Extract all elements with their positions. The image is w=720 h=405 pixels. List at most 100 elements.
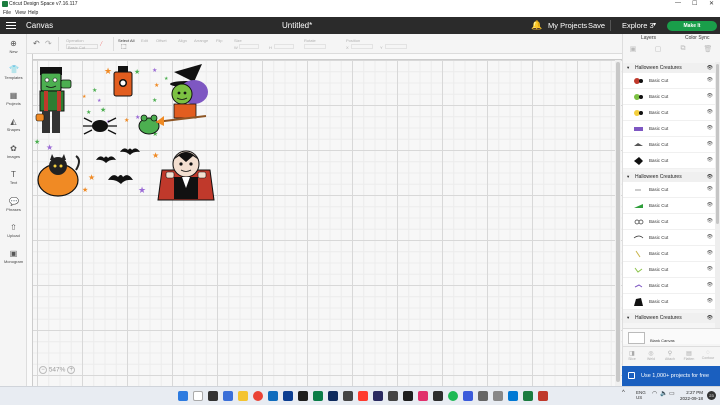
sidebar-item-upload[interactable]: ⇧ Upload: [0, 223, 27, 238]
app-icon[interactable]: [388, 391, 398, 401]
redo-icon[interactable]: ↷: [45, 39, 52, 48]
eye-icon[interactable]: 👁: [707, 77, 713, 83]
notification-bell-icon[interactable]: 🔔: [531, 20, 542, 31]
chevron-down-icon[interactable]: ▾: [627, 315, 629, 321]
pen-icon[interactable]: ╱: [100, 41, 102, 46]
photoshop-icon[interactable]: [283, 391, 293, 401]
layer-row[interactable]: Basic Cut 👁: [623, 230, 715, 246]
contour-button[interactable]: ◌ Contour: [700, 350, 716, 360]
eye-icon[interactable]: 👁: [707, 266, 713, 272]
app-icon[interactable]: [508, 391, 518, 401]
app-icon[interactable]: [538, 391, 548, 401]
height-input[interactable]: [274, 44, 294, 49]
eye-icon[interactable]: 👁: [707, 202, 713, 208]
tab-color-sync[interactable]: Color Sync: [685, 35, 709, 41]
flatten-button[interactable]: ▤ Flatten: [681, 350, 697, 361]
sidebar-item-images[interactable]: ✿ Images: [0, 144, 27, 159]
eye-icon[interactable]: 👁: [707, 298, 713, 304]
eye-icon[interactable]: 👁: [707, 157, 713, 163]
windows-start-icon[interactable]: [178, 391, 188, 401]
tab-layers[interactable]: Layers: [641, 35, 656, 41]
layer-group[interactable]: ▾ Halloween Creatures 👁: [623, 172, 715, 182]
attach-button[interactable]: ⚲ Attach: [662, 350, 678, 361]
layer-group[interactable]: ▾ Halloween Creatures 👁: [623, 63, 715, 73]
edit-button[interactable]: Edit: [141, 38, 148, 43]
ungroup-icon[interactable]: ▢: [653, 45, 663, 55]
layer-row[interactable]: Basic Cut 👁: [623, 137, 715, 153]
eye-icon[interactable]: 👁: [707, 93, 713, 99]
layer-row[interactable]: Basic Cut 👁: [623, 214, 715, 230]
make-it-button[interactable]: Make It: [667, 21, 717, 31]
app-icon[interactable]: [373, 391, 383, 401]
eye-icon[interactable]: 👁: [707, 282, 713, 288]
menu-view[interactable]: View: [15, 10, 26, 16]
sidebar-item-new[interactable]: ⊕ New: [0, 39, 27, 54]
layer-row[interactable]: Basic Cut 👁: [623, 121, 715, 137]
sidebar-item-monogram[interactable]: ▣ Monogram: [0, 249, 27, 264]
eye-icon[interactable]: 👁: [707, 174, 713, 180]
canvas-scrollbar[interactable]: [615, 60, 621, 386]
tray-chevron-icon[interactable]: ^: [622, 390, 625, 396]
eye-icon[interactable]: 👁: [707, 141, 713, 147]
eye-icon[interactable]: 👁: [707, 315, 713, 321]
widgets-icon[interactable]: [223, 391, 233, 401]
app-icon[interactable]: [403, 391, 413, 401]
width-input[interactable]: [239, 44, 259, 49]
app-icon[interactable]: [463, 391, 473, 401]
canvas-color-swatch[interactable]: [628, 332, 645, 344]
language-indicator[interactable]: ENG US: [636, 390, 646, 400]
rotate-input[interactable]: [304, 44, 326, 49]
excel-icon[interactable]: [313, 391, 323, 401]
machine-select[interactable]: Explore 3: [622, 21, 654, 30]
hamburger-menu-icon[interactable]: [6, 22, 16, 29]
layer-row[interactable]: Basic Cut 👁: [623, 278, 715, 294]
app-icon[interactable]: [418, 391, 428, 401]
volume-icon[interactable]: 🔈: [660, 390, 667, 397]
arrange-button[interactable]: Arrange: [194, 38, 208, 43]
wifi-icon[interactable]: ◠: [652, 390, 657, 397]
app-icon[interactable]: [343, 391, 353, 401]
spotify-icon[interactable]: [448, 391, 458, 401]
sidebar-item-phrases[interactable]: 💬 Phrases: [0, 197, 27, 212]
chrome-icon[interactable]: [253, 391, 263, 401]
eye-icon[interactable]: 👁: [707, 218, 713, 224]
app-icon[interactable]: [298, 391, 308, 401]
minimize-button[interactable]: —: [675, 0, 681, 6]
file-explorer-icon[interactable]: [238, 391, 248, 401]
weld-button[interactable]: ◎ Weld: [643, 350, 659, 361]
eye-icon[interactable]: 👁: [707, 125, 713, 131]
layer-row[interactable]: Basic Cut 👁: [623, 198, 715, 214]
layer-row[interactable]: Basic Cut 👁: [623, 89, 715, 105]
layer-row[interactable]: Basic Cut 👁: [623, 294, 715, 310]
task-view-icon[interactable]: [208, 391, 218, 401]
my-projects-link[interactable]: My Projects: [548, 21, 587, 30]
layer-row[interactable]: Basic Cut 👁: [623, 73, 715, 89]
app-icon[interactable]: [493, 391, 503, 401]
maximize-button[interactable]: ☐: [692, 0, 697, 7]
delete-icon[interactable]: 🗑: [703, 45, 713, 55]
app-icon[interactable]: [433, 391, 443, 401]
sidebar-item-text[interactable]: T Text: [0, 170, 27, 185]
zoom-in-button[interactable]: +: [67, 366, 76, 374]
sidebar-item-projects[interactable]: ▦ Projects: [0, 91, 27, 106]
menu-file[interactable]: File: [3, 10, 11, 16]
eye-icon[interactable]: 👁: [707, 109, 713, 115]
eye-icon[interactable]: 👁: [707, 186, 713, 192]
layer-row[interactable]: Basic Cut 👁: [623, 262, 715, 278]
x-input[interactable]: [351, 44, 373, 49]
eye-icon[interactable]: 👁: [707, 234, 713, 240]
acrobat-icon[interactable]: [358, 391, 368, 401]
save-button[interactable]: Save: [588, 21, 605, 30]
sidebar-item-shapes[interactable]: ◭ Shapes: [0, 117, 27, 132]
eye-icon[interactable]: 👁: [707, 250, 713, 256]
lightroom-icon[interactable]: [328, 391, 338, 401]
promo-banner[interactable]: Use 1,000+ projects for free: [622, 366, 720, 386]
undo-icon[interactable]: ↶: [33, 39, 40, 48]
sidebar-item-templates[interactable]: 👕 Templates: [0, 65, 27, 80]
flip-button[interactable]: Flip: [216, 38, 222, 43]
layer-group[interactable]: ▾ Halloween Creatures 👁: [623, 313, 715, 323]
layers-scrollbar[interactable]: [715, 62, 720, 328]
blank-canvas-row[interactable]: Blank Canvas: [623, 328, 720, 344]
chevron-down-icon[interactable]: ▾: [627, 65, 629, 71]
chevron-down-icon[interactable]: ▾: [653, 21, 656, 28]
